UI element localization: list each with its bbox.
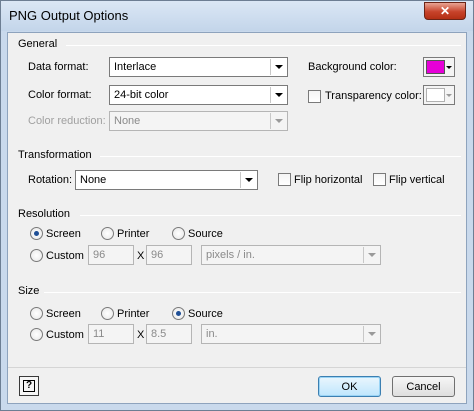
resolution-custom-x-value: 96 bbox=[93, 249, 106, 261]
resolution-printer-radio[interactable] bbox=[101, 227, 114, 240]
resolution-source-radio[interactable] bbox=[172, 227, 185, 240]
resolution-custom-x-input[interactable]: 96 bbox=[88, 245, 134, 265]
size-custom-label: Custom bbox=[46, 329, 84, 341]
title-bar[interactable]: PNG Output Options ✕ bbox=[1, 1, 473, 31]
size-x-separator: X bbox=[137, 329, 145, 341]
chevron-down-icon bbox=[363, 326, 379, 342]
flip-vertical-label: Flip vertical bbox=[389, 174, 445, 186]
close-icon: ✕ bbox=[439, 4, 451, 18]
flip-horizontal-checkbox[interactable] bbox=[278, 173, 291, 186]
color-reduction-select[interactable]: None bbox=[109, 111, 288, 131]
chevron-down-icon bbox=[270, 113, 286, 129]
resolution-custom-y-value: 96 bbox=[151, 249, 164, 261]
background-color-swatch bbox=[426, 60, 445, 74]
transparency-color-swatch bbox=[426, 88, 445, 102]
size-source-label: Source bbox=[188, 308, 223, 320]
dialog-body: General Data format: Interlace Color for… bbox=[7, 32, 467, 404]
chevron-down-icon bbox=[270, 87, 286, 103]
size-screen-label: Screen bbox=[46, 308, 81, 320]
close-button[interactable]: ✕ bbox=[424, 2, 466, 20]
dialog-title: PNG Output Options bbox=[9, 8, 129, 23]
rotation-select[interactable]: None bbox=[75, 170, 258, 190]
chevron-down-icon bbox=[445, 59, 453, 75]
transformation-divider bbox=[100, 156, 461, 157]
color-reduction-label: Color reduction: bbox=[28, 115, 106, 127]
transparency-color-checkbox[interactable] bbox=[308, 90, 321, 103]
resolution-source-label: Source bbox=[188, 228, 223, 240]
size-unit-value: in. bbox=[206, 328, 218, 340]
chevron-down-icon bbox=[240, 172, 256, 188]
size-printer-radio[interactable] bbox=[101, 307, 114, 320]
size-custom-y-input[interactable]: 8.5 bbox=[146, 324, 192, 344]
transparency-color-label: Transparency color: bbox=[325, 90, 422, 102]
size-screen-radio[interactable] bbox=[30, 307, 43, 320]
size-printer-label: Printer bbox=[117, 308, 150, 320]
color-format-label: Color format: bbox=[28, 89, 92, 101]
resolution-unit-select[interactable]: pixels / in. bbox=[201, 245, 381, 265]
size-custom-y-value: 8.5 bbox=[151, 328, 167, 340]
resolution-custom-y-input[interactable]: 96 bbox=[146, 245, 192, 265]
resolution-printer-label: Printer bbox=[117, 228, 150, 240]
color-format-select[interactable]: 24-bit color bbox=[109, 85, 288, 105]
data-format-label: Data format: bbox=[28, 61, 89, 73]
resolution-screen-radio[interactable] bbox=[30, 227, 43, 240]
resolution-custom-radio[interactable] bbox=[30, 249, 43, 262]
resolution-unit-value: pixels / in. bbox=[206, 249, 255, 261]
data-format-select[interactable]: Interlace bbox=[109, 57, 288, 77]
rotation-label: Rotation: bbox=[28, 174, 73, 186]
general-group-label: General bbox=[18, 38, 58, 50]
rotation-value: None bbox=[80, 174, 107, 186]
size-source-radio[interactable] bbox=[172, 307, 185, 320]
transformation-group-label: Transformation bbox=[18, 149, 92, 161]
general-divider bbox=[66, 45, 461, 46]
size-custom-x-input[interactable]: 11 bbox=[88, 324, 134, 344]
chevron-down-icon bbox=[445, 87, 453, 103]
resolution-group-label: Resolution bbox=[18, 208, 70, 220]
size-custom-radio[interactable] bbox=[30, 328, 43, 341]
color-format-value: 24-bit color bbox=[114, 89, 169, 101]
flip-horizontal-label: Flip horizontal bbox=[294, 174, 363, 186]
color-reduction-value: None bbox=[114, 115, 141, 127]
resolution-divider bbox=[80, 215, 461, 216]
png-output-options-dialog: PNG Output Options ✕ General Data format… bbox=[0, 0, 474, 411]
chevron-down-icon bbox=[270, 59, 286, 75]
help-icon: ? bbox=[23, 380, 35, 392]
transparency-color-picker[interactable] bbox=[423, 85, 455, 105]
resolution-screen-label: Screen bbox=[46, 228, 81, 240]
help-button[interactable]: ? bbox=[19, 376, 39, 396]
size-group-label: Size bbox=[18, 285, 40, 297]
size-divider bbox=[44, 292, 461, 293]
size-custom-x-value: 11 bbox=[93, 328, 105, 340]
flip-vertical-checkbox[interactable] bbox=[373, 173, 386, 186]
resolution-x-separator: X bbox=[137, 250, 145, 262]
data-format-value: Interlace bbox=[114, 61, 157, 73]
background-color-picker[interactable] bbox=[423, 57, 455, 77]
resolution-custom-label: Custom bbox=[46, 250, 84, 262]
size-unit-select[interactable]: in. bbox=[201, 324, 381, 344]
background-color-label: Background color: bbox=[308, 61, 397, 73]
chevron-down-icon bbox=[363, 247, 379, 263]
ok-button[interactable]: OK bbox=[318, 376, 381, 397]
footer-divider bbox=[8, 367, 466, 368]
cancel-button[interactable]: Cancel bbox=[392, 376, 455, 397]
